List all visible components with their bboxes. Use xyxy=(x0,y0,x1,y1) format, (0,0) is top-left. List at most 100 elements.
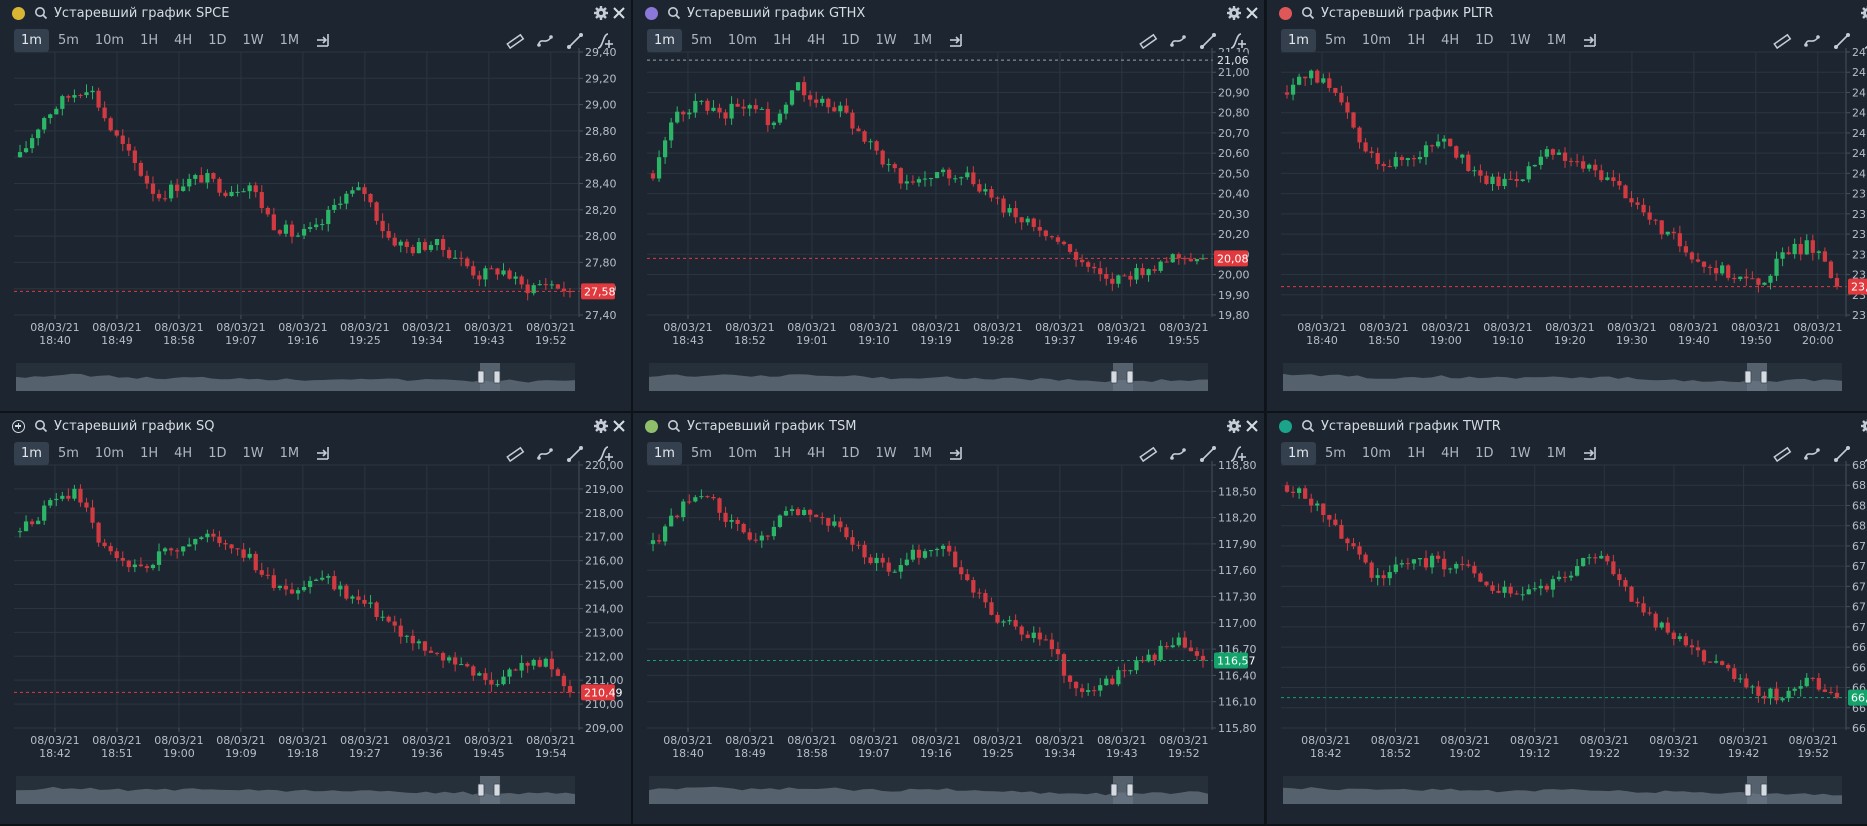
timeframe-1D[interactable]: 1D xyxy=(1468,29,1500,52)
timeframe-1W[interactable]: 1W xyxy=(235,442,270,465)
ruler-icon[interactable] xyxy=(1772,31,1792,51)
circle-icon[interactable] xyxy=(645,419,658,433)
add-indicator-icon[interactable] xyxy=(1862,444,1867,464)
circle-icon[interactable] xyxy=(1279,6,1292,20)
timeframe-1M[interactable]: 1M xyxy=(273,29,307,52)
navigator-handle[interactable] xyxy=(1110,370,1118,384)
timeframe-1W[interactable]: 1W xyxy=(868,442,903,465)
trend-tool-icon[interactable] xyxy=(535,31,555,51)
circle-icon[interactable] xyxy=(645,6,658,20)
panel-title[interactable]: Устаревший график GTHX xyxy=(687,6,865,21)
timeframe-5m[interactable]: 5m xyxy=(1318,442,1353,465)
line-tool-icon[interactable] xyxy=(1832,31,1852,51)
timeframe-4H[interactable]: 4H xyxy=(1434,442,1466,465)
timeframe-1m[interactable]: 1m xyxy=(14,29,49,52)
close-icon[interactable] xyxy=(1244,5,1260,21)
navigator-handle[interactable] xyxy=(1126,370,1134,384)
timeframe-4H[interactable]: 4H xyxy=(167,29,199,52)
timeframe-1H[interactable]: 1H xyxy=(1400,29,1432,52)
timeframe-1H[interactable]: 1H xyxy=(133,442,165,465)
navigator-handle[interactable] xyxy=(1744,783,1752,797)
panel-title[interactable]: Устаревший график TWTR xyxy=(1321,419,1501,434)
timeframe-1D[interactable]: 1D xyxy=(1468,442,1500,465)
timeframe-10m[interactable]: 10m xyxy=(1355,442,1398,465)
circle-icon[interactable] xyxy=(1279,419,1292,433)
scroll-to-end-icon[interactable] xyxy=(1581,31,1599,49)
gear-icon[interactable] xyxy=(1226,418,1242,434)
timeframe-1D[interactable]: 1D xyxy=(201,29,233,52)
timeframe-1W[interactable]: 1W xyxy=(868,29,903,52)
timeframe-1W[interactable]: 1W xyxy=(1502,442,1537,465)
timeframe-5m[interactable]: 5m xyxy=(684,29,719,52)
ruler-icon[interactable] xyxy=(1138,31,1158,51)
scroll-to-end-icon[interactable] xyxy=(947,31,965,49)
candlestick-chart[interactable]: 220,00219,00218,00217,00216,00215,00214,… xyxy=(0,413,633,826)
add-indicator-icon[interactable] xyxy=(595,444,615,464)
add-indicator-icon[interactable] xyxy=(1862,31,1867,51)
trend-tool-icon[interactable] xyxy=(1168,31,1188,51)
timeframe-5m[interactable]: 5m xyxy=(51,442,86,465)
search-icon[interactable] xyxy=(34,419,48,433)
timeframe-1D[interactable]: 1D xyxy=(834,442,866,465)
timeframe-5m[interactable]: 5m xyxy=(51,29,86,52)
gear-icon[interactable] xyxy=(1860,418,1867,434)
ruler-icon[interactable] xyxy=(1772,444,1792,464)
panel-title[interactable]: Устаревший график SQ xyxy=(54,419,215,434)
timeframe-4H[interactable]: 4H xyxy=(800,442,832,465)
timeframe-1W[interactable]: 1W xyxy=(1502,29,1537,52)
line-tool-icon[interactable] xyxy=(1832,444,1852,464)
add-indicator-icon[interactable] xyxy=(1228,31,1248,51)
panel-title[interactable]: Устаревший график TSM xyxy=(687,419,856,434)
timeframe-1D[interactable]: 1D xyxy=(834,29,866,52)
navigator-handle[interactable] xyxy=(477,783,485,797)
timeframe-10m[interactable]: 10m xyxy=(88,442,131,465)
timeframe-1M[interactable]: 1M xyxy=(906,29,940,52)
timeframe-10m[interactable]: 10m xyxy=(721,29,764,52)
ruler-icon[interactable] xyxy=(505,444,525,464)
panel-title[interactable]: Устаревший график PLTR xyxy=(1321,6,1493,21)
search-icon[interactable] xyxy=(1301,6,1315,20)
line-tool-icon[interactable] xyxy=(565,444,585,464)
gear-icon[interactable] xyxy=(1860,5,1867,21)
scroll-to-end-icon[interactable] xyxy=(1581,444,1599,462)
add-indicator-icon[interactable] xyxy=(1228,444,1248,464)
range-navigator[interactable] xyxy=(649,363,1208,391)
timeframe-4H[interactable]: 4H xyxy=(167,442,199,465)
gear-icon[interactable] xyxy=(593,5,609,21)
trend-tool-icon[interactable] xyxy=(1168,444,1188,464)
scroll-to-end-icon[interactable] xyxy=(314,31,332,49)
timeframe-4H[interactable]: 4H xyxy=(800,29,832,52)
range-navigator[interactable] xyxy=(16,363,575,391)
timeframe-1m[interactable]: 1m xyxy=(647,442,682,465)
close-icon[interactable] xyxy=(611,5,627,21)
navigator-handle[interactable] xyxy=(493,370,501,384)
navigator-handle[interactable] xyxy=(1110,783,1118,797)
timeframe-4H[interactable]: 4H xyxy=(1434,29,1466,52)
timeframe-10m[interactable]: 10m xyxy=(88,29,131,52)
plus-circle-icon[interactable] xyxy=(12,419,25,433)
ruler-icon[interactable] xyxy=(1138,444,1158,464)
timeframe-1m[interactable]: 1m xyxy=(1281,442,1316,465)
navigator-handle[interactable] xyxy=(477,370,485,384)
timeframe-1m[interactable]: 1m xyxy=(14,442,49,465)
close-icon[interactable] xyxy=(1244,418,1260,434)
timeframe-1W[interactable]: 1W xyxy=(235,29,270,52)
range-navigator[interactable] xyxy=(16,776,575,804)
ruler-icon[interactable] xyxy=(505,31,525,51)
timeframe-1H[interactable]: 1H xyxy=(766,29,798,52)
gear-icon[interactable] xyxy=(1226,5,1242,21)
navigator-handle[interactable] xyxy=(1126,783,1134,797)
candlestick-chart[interactable]: 68,6068,4068,2068,0067,8067,6067,4067,20… xyxy=(1267,413,1867,826)
search-icon[interactable] xyxy=(1301,419,1315,433)
navigator-handle[interactable] xyxy=(1760,370,1768,384)
timeframe-5m[interactable]: 5m xyxy=(684,442,719,465)
range-navigator[interactable] xyxy=(1283,363,1842,391)
scroll-to-end-icon[interactable] xyxy=(314,444,332,462)
line-tool-icon[interactable] xyxy=(1198,31,1218,51)
search-icon[interactable] xyxy=(667,419,681,433)
timeframe-1M[interactable]: 1M xyxy=(273,442,307,465)
navigator-handle[interactable] xyxy=(493,783,501,797)
timeframe-10m[interactable]: 10m xyxy=(1355,29,1398,52)
search-icon[interactable] xyxy=(34,6,48,20)
circle-icon[interactable] xyxy=(12,6,25,20)
